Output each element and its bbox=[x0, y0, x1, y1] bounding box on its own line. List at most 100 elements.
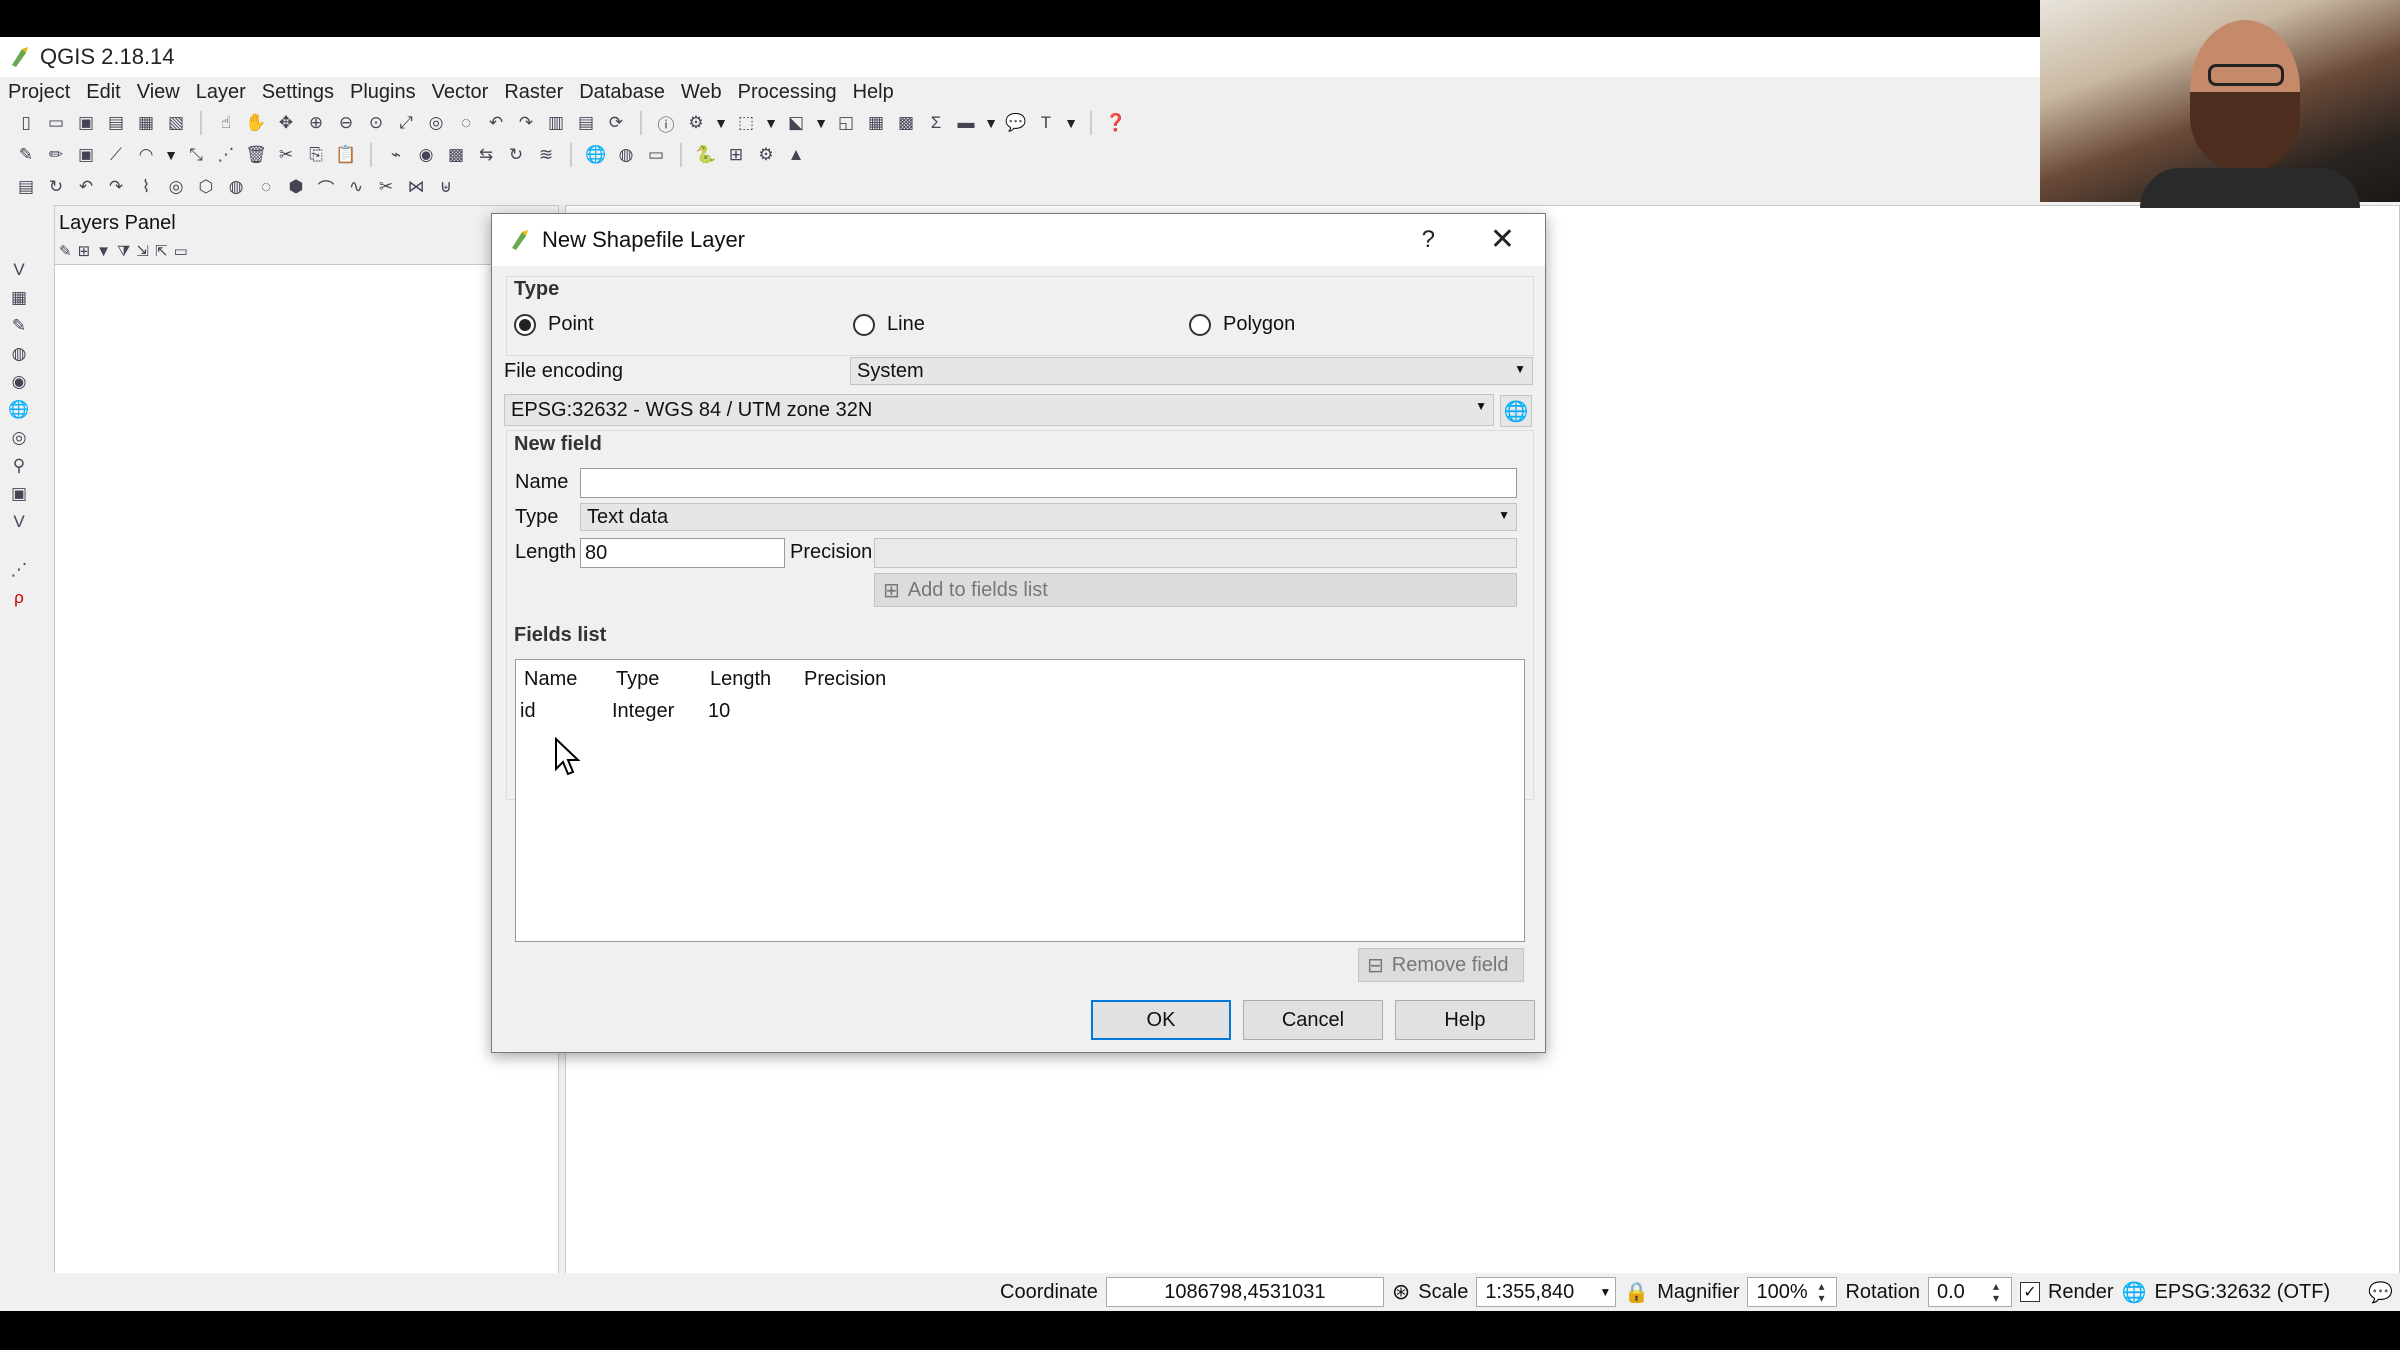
menu-plugins[interactable]: Plugins bbox=[350, 81, 416, 104]
rotation-spinbox[interactable]: 0.0 ▴ ▾ bbox=[1927, 1277, 2012, 1307]
merge-features-icon[interactable]: ⊎ bbox=[434, 175, 458, 199]
menu-layer[interactable]: Layer bbox=[196, 81, 246, 104]
field-calculator-icon[interactable]: ▩ bbox=[894, 111, 918, 135]
copy-features-icon[interactable]: ⎘ bbox=[304, 143, 328, 167]
add-wfs-icon[interactable]: ◎ bbox=[4, 425, 34, 451]
python-console-icon[interactable]: 🐍 bbox=[694, 143, 718, 167]
save-project-icon[interactable]: ▣ bbox=[74, 111, 98, 135]
help-button[interactable]: Help bbox=[1395, 1000, 1535, 1040]
file-encoding-combo[interactable]: System ▼ bbox=[850, 357, 1533, 385]
radio-polygon[interactable]: Polygon bbox=[1189, 313, 1295, 336]
zoom-full-icon[interactable]: ⤢ bbox=[394, 111, 418, 135]
move-label-icon[interactable]: ⇆ bbox=[474, 143, 498, 167]
chevron-down-icon[interactable]: ▼ bbox=[764, 111, 778, 135]
zoom-layer-icon[interactable]: ◌ bbox=[454, 111, 478, 135]
add-postgis-icon[interactable]: ◉ bbox=[4, 369, 34, 395]
zoom-in-icon[interactable]: ⊕ bbox=[304, 111, 328, 135]
plugin-icon[interactable]: ⊞ bbox=[724, 143, 748, 167]
expand-all-icon[interactable]: ⇲ bbox=[136, 242, 149, 260]
new-shapefile-icon[interactable]: V bbox=[4, 509, 34, 535]
zoom-native-icon[interactable]: ⊙ bbox=[364, 111, 388, 135]
wms-icon[interactable]: ◍ bbox=[614, 143, 638, 167]
split-features-icon[interactable]: ✂ bbox=[374, 175, 398, 199]
radio-dot[interactable] bbox=[514, 313, 536, 336]
measure-icon[interactable]: ▬ bbox=[954, 111, 978, 135]
current-edits-icon[interactable]: ✎ bbox=[14, 143, 38, 167]
toggle-extents-icon[interactable]: ⊛ bbox=[1392, 1279, 1410, 1305]
magnifier-spinbox[interactable]: 100% ▴ ▾ bbox=[1747, 1277, 1838, 1307]
spin-arrows-icon[interactable]: ▴ ▾ bbox=[1818, 1280, 1834, 1304]
cut-features-icon[interactable]: ✂ bbox=[274, 143, 298, 167]
layers-tree[interactable] bbox=[55, 264, 558, 1306]
node-tool-icon[interactable]: ⋰ bbox=[214, 143, 238, 167]
refresh-icon[interactable]: ⟳ bbox=[604, 111, 628, 135]
field-precision-input[interactable] bbox=[874, 538, 1517, 568]
fields-table[interactable]: Name Type Length Precision id Integer 10 bbox=[515, 659, 1525, 942]
open-project-icon[interactable]: ▭ bbox=[44, 111, 68, 135]
new-bookmark-icon[interactable]: ▥ bbox=[544, 111, 568, 135]
processing-icon[interactable]: ⚙ bbox=[754, 143, 778, 167]
new-project-icon[interactable]: ▯ bbox=[14, 111, 38, 135]
radio-dot[interactable] bbox=[1189, 313, 1211, 336]
pan-map-icon[interactable]: ✋ bbox=[244, 111, 268, 135]
help-contents-icon[interactable]: ❓ bbox=[1104, 111, 1128, 135]
radio-line[interactable]: Line bbox=[853, 313, 925, 336]
add-group-icon[interactable]: ⊞ bbox=[78, 242, 91, 260]
gps-tools-icon[interactable]: ⋰ bbox=[4, 557, 34, 583]
filter-legend-icon[interactable]: ⧩ bbox=[117, 243, 130, 260]
split-parts-icon[interactable]: ⋈ bbox=[404, 175, 428, 199]
simplify-icon[interactable]: ⌇ bbox=[134, 175, 158, 199]
menu-processing[interactable]: Processing bbox=[738, 81, 837, 104]
web-map-icon[interactable]: 🌐 bbox=[584, 143, 608, 167]
coordinate-field[interactable]: 1086798,4531031 bbox=[1105, 1277, 1384, 1307]
add-virtual-layer-icon[interactable]: ▣ bbox=[4, 481, 34, 507]
field-length-input[interactable]: 80 bbox=[580, 538, 785, 568]
add-spatialite-icon[interactable]: ◍ bbox=[4, 341, 34, 367]
chevron-down-icon[interactable]: ▼ bbox=[164, 143, 178, 167]
move-feature-icon[interactable]: ⤡ bbox=[184, 143, 208, 167]
menu-vector[interactable]: Vector bbox=[432, 81, 489, 104]
scale-combo[interactable]: 1:355,840 ▼ bbox=[1476, 1277, 1617, 1307]
lock-icon[interactable]: 🔒 bbox=[1624, 1280, 1649, 1305]
crs-globe-icon[interactable]: 🌐 bbox=[2122, 1280, 2147, 1305]
column-header-type[interactable]: Type bbox=[616, 668, 659, 691]
filter-icon[interactable]: ▼ bbox=[96, 243, 111, 260]
geometry-checker-icon[interactable]: ρ bbox=[4, 585, 34, 611]
redo-icon[interactable]: ↷ bbox=[104, 175, 128, 199]
zoom-last-icon[interactable]: ↶ bbox=[484, 111, 508, 135]
cancel-button[interactable]: Cancel bbox=[1243, 1000, 1383, 1040]
advanced-digitizing-icon[interactable]: ▤ bbox=[14, 175, 38, 199]
pin-labels-icon[interactable]: ◉ bbox=[414, 143, 438, 167]
spin-arrows-icon[interactable]: ▴ ▾ bbox=[1993, 1280, 2009, 1304]
render-checkbox[interactable]: ✓ bbox=[2019, 1282, 2040, 1302]
reshape-icon[interactable]: ⌒ bbox=[314, 175, 338, 199]
menu-help[interactable]: Help bbox=[853, 81, 894, 104]
paste-features-icon[interactable]: 📋 bbox=[334, 143, 358, 167]
delete-part-icon[interactable]: ⬢ bbox=[284, 175, 308, 199]
column-header-name[interactable]: Name bbox=[524, 668, 577, 691]
toggle-editing-icon[interactable]: ✏ bbox=[44, 143, 68, 167]
remove-layer-icon[interactable]: ▭ bbox=[174, 242, 188, 260]
menu-view[interactable]: View bbox=[137, 81, 180, 104]
add-to-fields-button[interactable]: ⊞ Add to fields list bbox=[874, 573, 1517, 607]
menu-raster[interactable]: Raster bbox=[504, 81, 563, 104]
run-action-icon[interactable]: ⚙ bbox=[684, 111, 708, 135]
field-type-combo[interactable]: Text data ▼ bbox=[580, 503, 1517, 531]
fill-ring-icon[interactable]: ◍ bbox=[224, 175, 248, 199]
table-row[interactable]: id Integer 10 bbox=[516, 698, 1524, 728]
chevron-down-icon[interactable]: ▼ bbox=[984, 111, 998, 135]
menu-web[interactable]: Web bbox=[681, 81, 722, 104]
identify-icon[interactable]: ⓘ bbox=[654, 111, 678, 135]
save-as-icon[interactable]: ▤ bbox=[104, 111, 128, 135]
help-icon[interactable]: ? bbox=[1422, 226, 1435, 254]
save-edits-icon[interactable]: ▣ bbox=[74, 143, 98, 167]
zoom-out-icon[interactable]: ⊖ bbox=[334, 111, 358, 135]
add-oracle-icon[interactable]: ⚲ bbox=[4, 453, 34, 479]
delete-ring-icon[interactable]: ◌ bbox=[254, 175, 278, 199]
undo-icon[interactable]: ↶ bbox=[74, 175, 98, 199]
label-tool-icon[interactable]: ⌁ bbox=[384, 143, 408, 167]
column-header-precision[interactable]: Precision bbox=[804, 668, 886, 691]
add-feature-icon[interactable]: ⟋ bbox=[104, 143, 128, 167]
delete-selected-icon[interactable]: 🗑 bbox=[244, 143, 268, 167]
close-icon[interactable]: ✕ bbox=[1490, 222, 1515, 257]
